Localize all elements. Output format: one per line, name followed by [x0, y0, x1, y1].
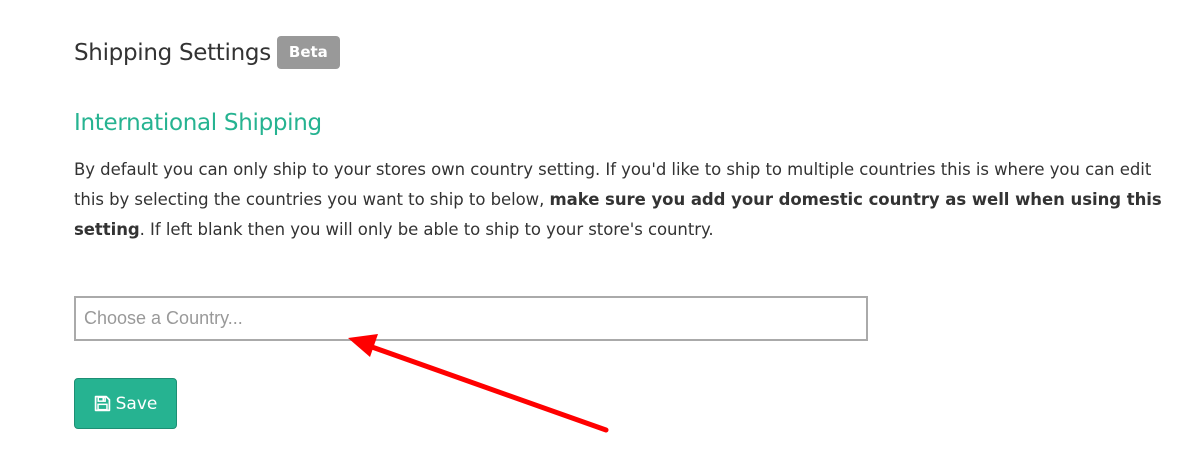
- save-button[interactable]: Save: [74, 378, 177, 429]
- description-text-end: . If left blank then you will only be ab…: [139, 220, 714, 239]
- beta-badge: Beta: [276, 36, 340, 69]
- save-button-label: Save: [115, 393, 158, 414]
- page-title: Shipping Settings Beta: [74, 36, 340, 69]
- section-title: International Shipping: [74, 110, 322, 136]
- page-title-text: Shipping Settings: [74, 39, 271, 66]
- country-select-input[interactable]: Choose a Country...: [74, 296, 868, 341]
- floppy-disk-icon: [94, 395, 111, 412]
- section-description: By default you can only ship to your sto…: [74, 155, 1164, 245]
